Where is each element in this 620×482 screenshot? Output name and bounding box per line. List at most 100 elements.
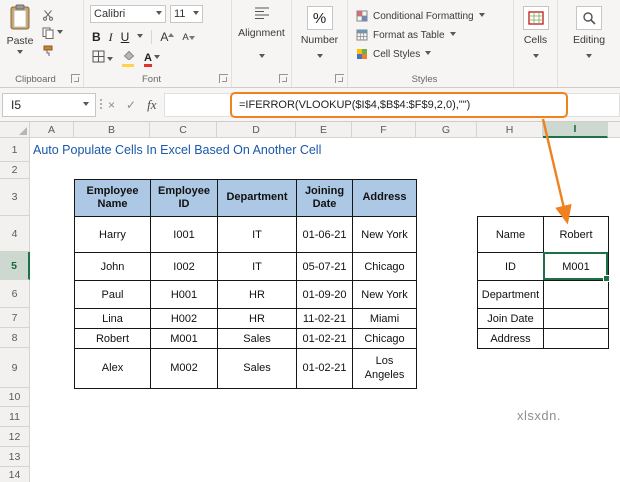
column-header-d[interactable]: D (217, 122, 296, 138)
header-cell[interactable]: Employee Name (74, 179, 151, 217)
row-header-11[interactable]: 11 (0, 407, 30, 427)
row-header-6[interactable]: 6 (0, 280, 30, 308)
column-header-g[interactable]: G (416, 122, 477, 138)
cell-styles-button[interactable]: Cell Styles (356, 46, 432, 62)
cell[interactable]: Los Angeles (352, 348, 417, 389)
row-header-14[interactable]: 14 (0, 467, 30, 482)
cells-button[interactable]: Cells (514, 6, 557, 46)
column-header-a[interactable]: A (30, 122, 74, 138)
number-dialog-launcher[interactable] (335, 74, 344, 83)
borders-button[interactable] (92, 50, 113, 66)
row-header-5[interactable]: 5 (0, 252, 30, 280)
column-header-h[interactable]: H (477, 122, 543, 138)
lookup-label-cell[interactable]: Department (477, 280, 544, 309)
format-as-table-button[interactable]: Format as Table (356, 27, 456, 43)
row-header-8[interactable]: 8 (0, 328, 30, 348)
column-header-c[interactable]: C (150, 122, 217, 138)
lookup-label-cell[interactable]: Name (477, 216, 544, 253)
italic-button[interactable]: I (109, 30, 113, 45)
cell[interactable]: Lina (74, 308, 151, 329)
clipboard-dialog-launcher[interactable] (71, 74, 80, 83)
formula-highlight-box[interactable]: =IFERROR(VLOOKUP($I$4,$B$4:$F$9,2,0),"") (230, 92, 568, 118)
cell[interactable]: New York (352, 280, 417, 309)
font-color-button[interactable]: A (144, 52, 160, 67)
lookup-value-cell-join-date[interactable] (543, 308, 609, 329)
lookup-value-cell-name[interactable]: Robert (543, 216, 609, 253)
font-size-select[interactable]: 11 (170, 5, 203, 23)
cell[interactable]: John (74, 252, 151, 281)
cell[interactable]: I002 (150, 252, 218, 281)
enter-button[interactable]: ✓ (126, 98, 136, 112)
underline-button[interactable]: U (121, 30, 130, 44)
shrink-font-button[interactable]: A (182, 31, 195, 43)
lookup-value-cell-id[interactable]: M001 (543, 252, 609, 281)
cell[interactable]: Sales (217, 328, 297, 349)
row-header-13[interactable]: 13 (0, 447, 30, 467)
lookup-value-cell-address[interactable] (543, 328, 609, 349)
row-header-3[interactable]: 3 (0, 179, 30, 216)
cell[interactable]: Chicago (352, 328, 417, 349)
insert-function-button[interactable]: fx (147, 97, 156, 113)
cell[interactable]: I001 (150, 216, 218, 253)
number-format-button[interactable]: % Number (292, 6, 347, 46)
format-painter-button[interactable] (42, 44, 54, 58)
cell[interactable]: HR (217, 280, 297, 309)
cancel-button[interactable]: × (108, 98, 115, 112)
alignment-button[interactable]: Alignment (232, 6, 291, 39)
column-header-b[interactable]: B (74, 122, 150, 138)
cell[interactable]: Alex (74, 348, 151, 389)
row-header-1[interactable]: 1 (0, 138, 30, 162)
select-all-corner[interactable] (0, 122, 30, 138)
column-header-e[interactable]: E (296, 122, 352, 138)
cell[interactable]: 11-02-21 (296, 308, 353, 329)
header-cell[interactable]: Address (352, 179, 417, 217)
cell[interactable]: Chicago (352, 252, 417, 281)
editing-button[interactable]: Editing (558, 6, 620, 46)
header-cell[interactable]: Employee ID (150, 179, 218, 217)
row-header-10[interactable]: 10 (0, 388, 30, 407)
cell[interactable]: 01-02-21 (296, 348, 353, 389)
grow-font-button[interactable]: A (160, 30, 175, 44)
sheet-title-cell[interactable]: Auto Populate Cells In Excel Based On An… (33, 138, 321, 162)
alignment-dialog-launcher[interactable] (279, 74, 288, 83)
name-box[interactable]: I5 (2, 93, 96, 117)
formula-bar-drag-handle[interactable] (100, 99, 102, 111)
cell[interactable]: H002 (150, 308, 218, 329)
cell[interactable]: Harry (74, 216, 151, 253)
conditional-formatting-button[interactable]: Conditional Formatting (356, 8, 485, 24)
cell[interactable]: 05-07-21 (296, 252, 353, 281)
cell[interactable]: IT (217, 252, 297, 281)
cell[interactable]: Paul (74, 280, 151, 309)
cell[interactable]: 01-09-20 (296, 280, 353, 309)
cell[interactable]: M001 (150, 328, 218, 349)
lookup-label-cell[interactable]: Address (477, 328, 544, 349)
lookup-value-cell-department[interactable] (543, 280, 609, 309)
cell[interactable]: HR (217, 308, 297, 329)
lookup-label-cell[interactable]: ID (477, 252, 544, 281)
column-header-f[interactable]: F (352, 122, 416, 138)
row-header-2[interactable]: 2 (0, 162, 30, 179)
copy-button[interactable] (42, 26, 63, 40)
row-header-9[interactable]: 9 (0, 348, 30, 388)
lookup-label-cell[interactable]: Join Date (477, 308, 544, 329)
cell[interactable]: Robert (74, 328, 151, 349)
header-cell[interactable]: Department (217, 179, 297, 217)
row-header-7[interactable]: 7 (0, 308, 30, 328)
cell[interactable]: M002 (150, 348, 218, 389)
cell[interactable]: H001 (150, 280, 218, 309)
cell[interactable]: 01-02-21 (296, 328, 353, 349)
paste-button[interactable]: Paste (4, 4, 36, 68)
cell[interactable]: IT (217, 216, 297, 253)
font-family-select[interactable]: Calibri (90, 5, 166, 23)
column-header-i[interactable]: I (543, 122, 608, 138)
header-cell[interactable]: Joining Date (296, 179, 353, 217)
row-header-4[interactable]: 4 (0, 216, 30, 252)
cell[interactable]: Miami (352, 308, 417, 329)
cell[interactable]: 01-06-21 (296, 216, 353, 253)
cell[interactable]: Sales (217, 348, 297, 389)
fill-color-button[interactable] (122, 50, 135, 67)
row-header-12[interactable]: 12 (0, 427, 30, 447)
font-dialog-launcher[interactable] (219, 74, 228, 83)
cut-button[interactable] (42, 8, 54, 22)
cell[interactable]: New York (352, 216, 417, 253)
